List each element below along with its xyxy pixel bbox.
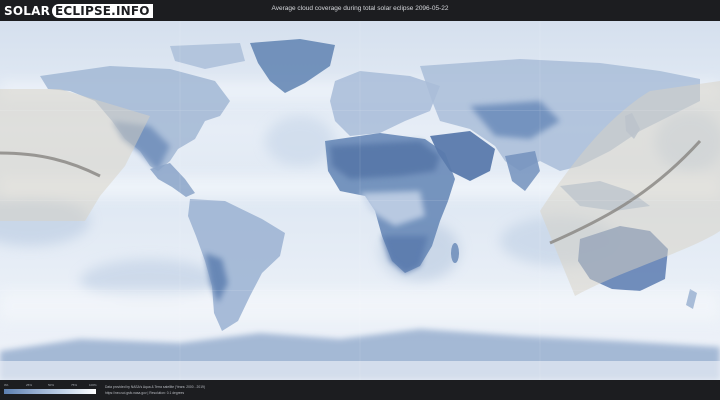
data-credit-line: Data provided by NASA's Aqua & Terra sat…: [105, 385, 205, 389]
legend-tick-50: 50%: [48, 383, 55, 387]
cloud-coverage-map[interactable]: [0, 21, 720, 380]
header-bar: SOLAR ECLIPSE.INFO Average cloud coverag…: [0, 0, 720, 21]
page-title: Average cloud coverage during total sola…: [271, 5, 449, 12]
world-map-svg: [0, 21, 720, 380]
legend-color-bar: [4, 389, 96, 394]
landmass-madagascar: [451, 243, 459, 263]
legend-tick-25: 25%: [26, 383, 33, 387]
legend-tick-100: 100%: [89, 383, 97, 387]
legend-tick-75: 75%: [71, 383, 78, 387]
legend-tick-0: 0%: [4, 383, 9, 387]
footer-bar: 0% 25% 50% 75% 100% Data provided by NAS…: [0, 380, 720, 400]
data-source-link[interactable]: https://neo.sci.gsfc.nasa.gov | Resoluti…: [105, 391, 184, 395]
